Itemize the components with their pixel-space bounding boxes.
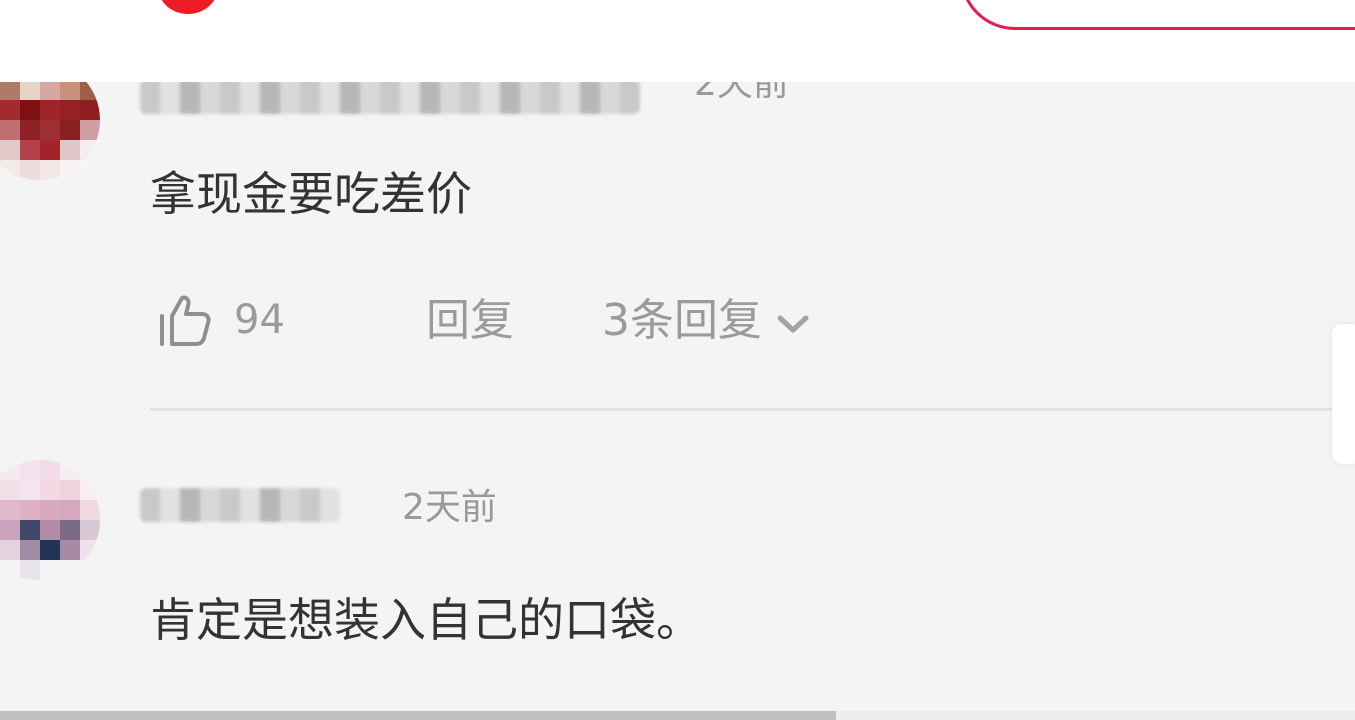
comment-time: 2天前 (402, 487, 497, 528)
username-redacted[interactable] (140, 488, 340, 522)
comment-content: 肯定是想装入自己的口袋。 (150, 593, 702, 647)
header-outlined-box[interactable] (960, 0, 1355, 30)
horizontal-scrollbar[interactable] (0, 711, 1355, 720)
top-header (0, 0, 1355, 82)
side-floating-tab[interactable] (1332, 324, 1355, 464)
scrollbar-thumb[interactable] (0, 711, 836, 720)
comment-item: 2天前 肯定是想装入自己的口袋。 (0, 0, 1355, 720)
user-avatar[interactable] (0, 460, 100, 580)
brand-logo-icon[interactable] (158, 0, 218, 14)
